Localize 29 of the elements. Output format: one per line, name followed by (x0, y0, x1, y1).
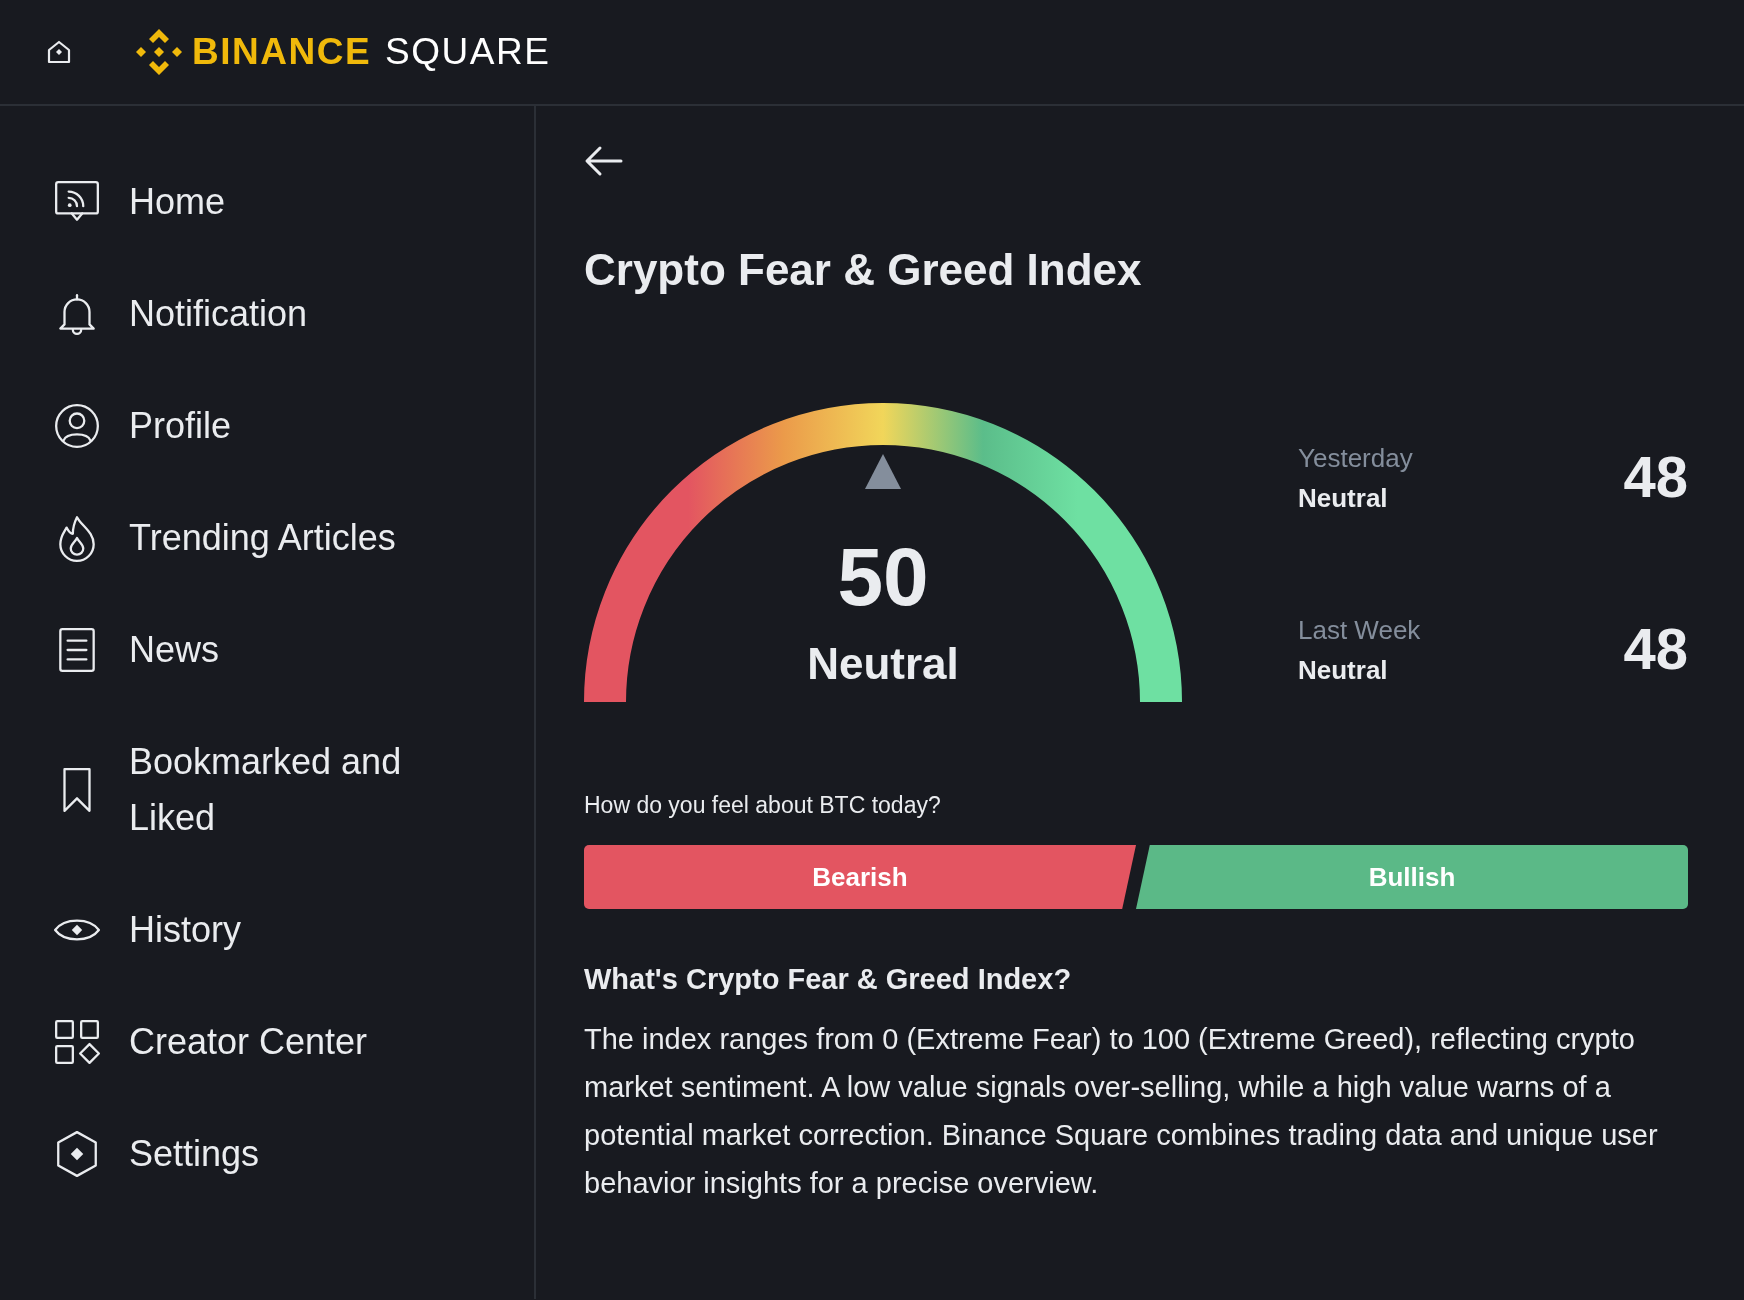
home-icon[interactable] (46, 39, 72, 65)
sidebar-item[interactable]: Trending Articles (129, 510, 396, 566)
sidebar-item[interactable]: History (129, 902, 241, 958)
brand-subtitle: SQUARE (385, 31, 551, 73)
sidebar-item[interactable]: Home (129, 174, 226, 230)
index-label: Neutral (806, 639, 960, 689)
back-arrow-icon[interactable] (584, 144, 624, 178)
sidebar-item[interactable]: Profile (129, 398, 232, 454)
sentiment-label: Neutral (1298, 482, 1389, 515)
logo-icon (134, 27, 184, 77)
sidebar-item[interactable]: Bookmarked and Liked (129, 734, 459, 846)
period-label: Yesterday (1298, 442, 1413, 475)
bearish-button[interactable]: Bearish (584, 845, 1136, 909)
sidebar-item[interactable]: Notification (129, 286, 308, 342)
poll-question: How do you feel about BTC today? (584, 791, 942, 820)
brand-name: BINANCE (192, 31, 372, 73)
description-paragraph: The index ranges from 0 (Extreme Fear) to 100 (Extreme Greed), reflecting crypto market sentiment. A low value signals over-selling, while a high value warns of a potential market correction. Binance Square combines trading data and unique user behavior insights for a precise overview. (584, 1022, 1659, 1201)
grid-icon (52, 1017, 102, 1067)
sentiment-label: Neutral (1298, 654, 1389, 687)
index-value: 50 (836, 532, 930, 622)
index-value: 48 (1623, 443, 1688, 511)
index-value: 48 (1623, 615, 1688, 683)
sidebar-item[interactable]: Settings (129, 1126, 260, 1182)
page-title: Crypto Fear & Greed Index (584, 244, 1143, 296)
sidebar-item[interactable]: Creator Center (129, 1014, 368, 1070)
profile-icon (52, 401, 102, 451)
period-label: Last Week (1298, 614, 1421, 647)
sidebar-item[interactable]: News (129, 622, 220, 678)
section-heading: What's Crypto Fear & Greed Index? (584, 962, 1073, 997)
